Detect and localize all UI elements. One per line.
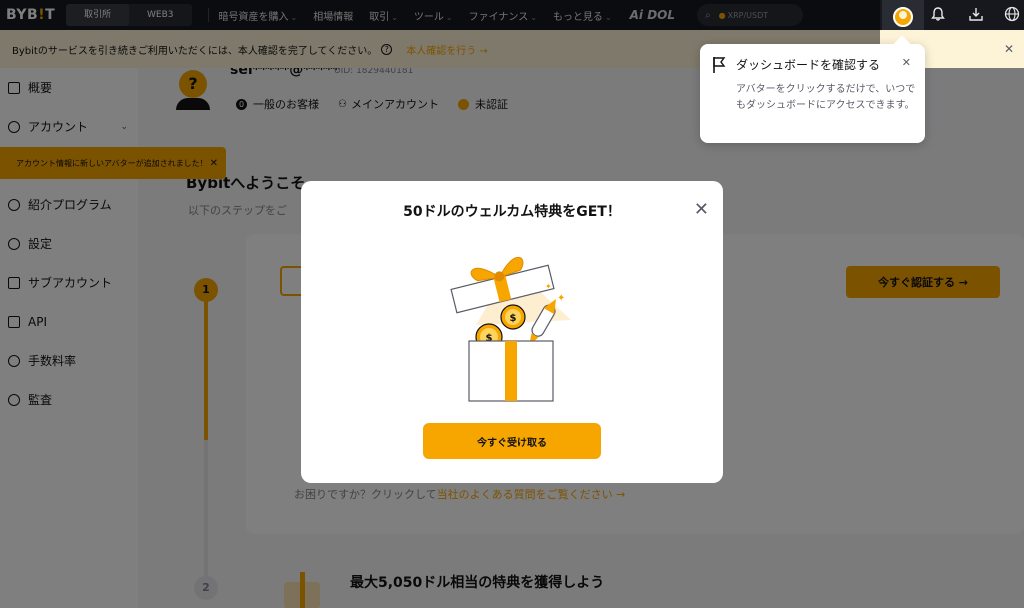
svg-text:✦: ✦ bbox=[557, 293, 565, 304]
gift-box-illustration: $ $ ✦ ✦ bbox=[450, 257, 571, 402]
flag-icon bbox=[713, 57, 726, 73]
svg-text:✦: ✦ bbox=[545, 282, 552, 291]
close-icon[interactable]: ✕ bbox=[902, 56, 911, 69]
tooltip-description: アバターをクリックするだけで、いつでもダッシュボードにアクセスできます。 bbox=[736, 84, 916, 111]
close-icon[interactable]: ✕ bbox=[694, 199, 709, 220]
modal-title: 50ドルのウェルカム特典をGET！ bbox=[403, 204, 621, 220]
welcome-bonus-modal: 50ドルのウェルカム特典をGET！ ✕ $ $ ✦ ✦ 今すぐ受け取る bbox=[301, 181, 723, 483]
bell-icon[interactable] bbox=[930, 6, 946, 22]
globe-icon[interactable] bbox=[1004, 6, 1020, 22]
nav-backdrop bbox=[0, 0, 880, 30]
claim-now-button[interactable]: 今すぐ受け取る bbox=[423, 423, 601, 459]
tooltip-title: ダッシュボードを確認する bbox=[736, 58, 881, 72]
avatar-icon bbox=[893, 6, 913, 27]
dashboard-tooltip: ダッシュボードを確認する ✕ アバターをクリックするだけで、いつでもダッシュボー… bbox=[700, 44, 925, 143]
coin-symbol: $ bbox=[510, 313, 517, 324]
download-icon[interactable] bbox=[968, 6, 984, 22]
close-icon[interactable]: ✕ bbox=[1004, 42, 1014, 56]
